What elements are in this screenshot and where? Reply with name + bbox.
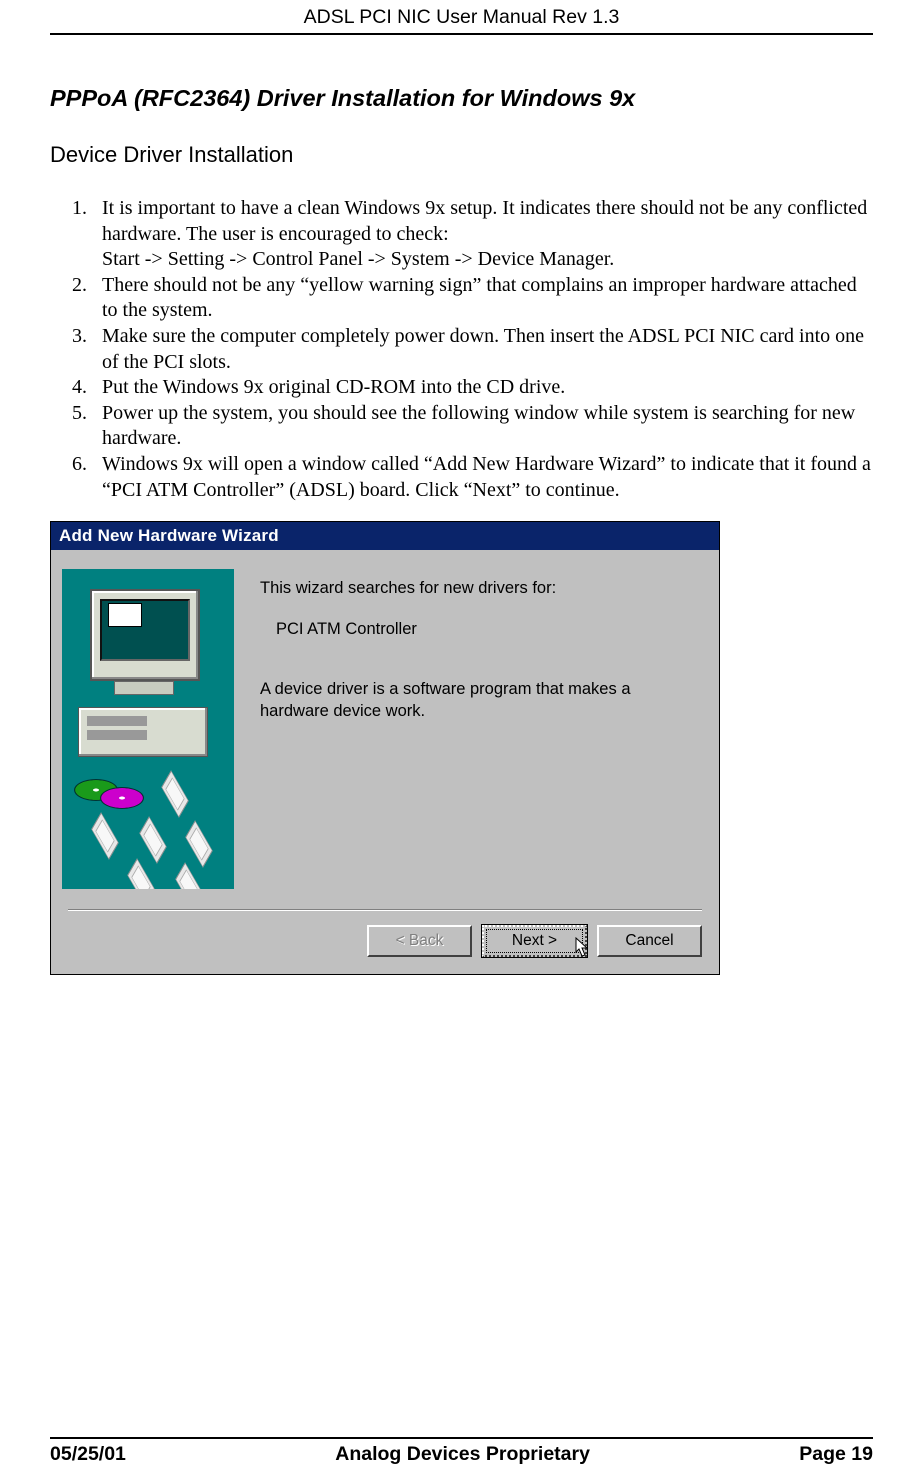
header-rule <box>50 33 873 35</box>
step-text: Make sure the computer completely power … <box>102 325 864 373</box>
step-text: Put the Windows 9x original CD-ROM into … <box>102 376 565 398</box>
steps-list: It is important to have a clean Windows … <box>50 196 873 503</box>
wizard-dialog: Add New Hardware Wizard <box>50 521 720 975</box>
subsection-title: Device Driver Installation <box>50 142 873 168</box>
step-item: It is important to have a clean Windows … <box>92 196 873 273</box>
next-button-label: Next > <box>512 932 557 950</box>
dialog-body: This wizard searches for new drivers for… <box>51 550 719 974</box>
dialog-titlebar: Add New Hardware Wizard <box>51 522 719 550</box>
back-button-label: < Back <box>396 932 444 950</box>
cancel-button-label: Cancel <box>625 932 673 950</box>
cursor-icon <box>575 937 591 959</box>
dialog-description: A device driver is a software program th… <box>260 679 692 722</box>
step-text: It is important to have a clean Windows … <box>102 197 867 270</box>
footer-page: Page 19 <box>799 1443 873 1466</box>
section-title: PPPoA (RFC2364) Driver Installation for … <box>50 85 873 112</box>
footer-rule <box>50 1437 873 1439</box>
dialog-button-row: < Back Next > Cancel <box>54 911 716 971</box>
step-item: Put the Windows 9x original CD-ROM into … <box>92 375 873 401</box>
wizard-art-icon <box>62 569 234 889</box>
dialog-device-name: PCI ATM Controller <box>260 620 692 639</box>
step-text: There should not be any “yellow warning … <box>102 274 857 322</box>
step-item: There should not be any “yellow warning … <box>92 273 873 324</box>
back-button: < Back <box>367 925 472 957</box>
step-text: Windows 9x will open a window called “Ad… <box>102 453 871 501</box>
page-footer: 05/25/01 Analog Devices Proprietary Page… <box>50 1437 873 1466</box>
step-item: Windows 9x will open a window called “Ad… <box>92 452 873 503</box>
step-text: Power up the system, you should see the … <box>102 402 855 450</box>
dialog-title: Add New Hardware Wizard <box>59 526 279 545</box>
next-button[interactable]: Next > <box>482 925 587 957</box>
footer-center: Analog Devices Proprietary <box>335 1443 590 1466</box>
cancel-button[interactable]: Cancel <box>597 925 702 957</box>
step-item: Power up the system, you should see the … <box>92 401 873 452</box>
dialog-intro-text: This wizard searches for new drivers for… <box>260 579 692 598</box>
step-item: Make sure the computer completely power … <box>92 324 873 375</box>
footer-date: 05/25/01 <box>50 1443 126 1466</box>
page-header-title: ADSL PCI NIC User Manual Rev 1.3 <box>50 0 873 33</box>
